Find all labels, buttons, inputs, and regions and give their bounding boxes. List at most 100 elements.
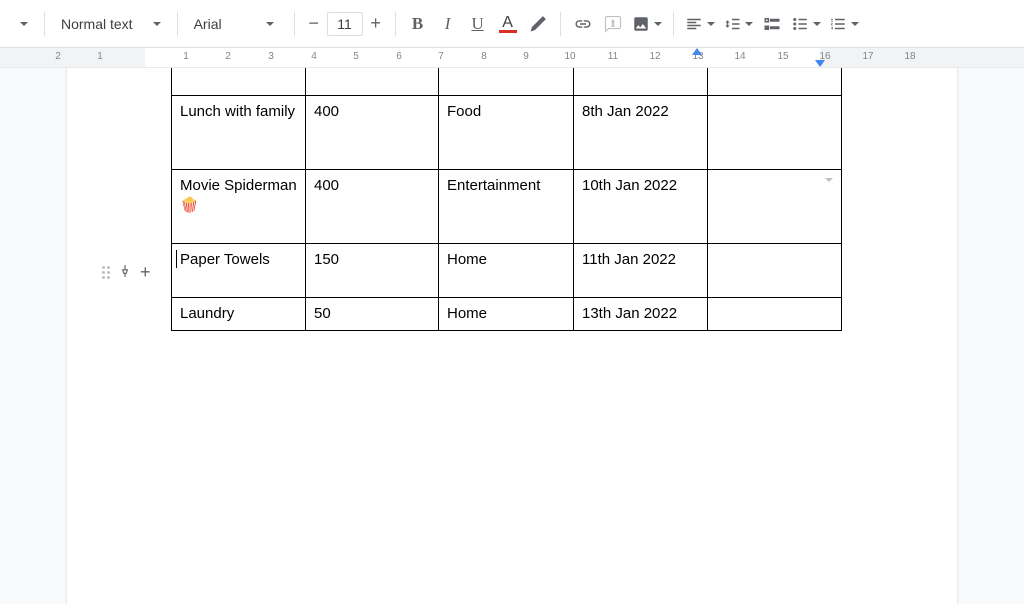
- table-cell[interactable]: 50: [306, 298, 439, 331]
- chevron-down-icon: [654, 22, 662, 26]
- ruler-tick: 8: [481, 51, 487, 62]
- increase-font-size-button[interactable]: +: [365, 13, 387, 35]
- italic-icon: I: [445, 14, 451, 34]
- table-cell[interactable]: 400: [306, 96, 439, 170]
- ruler-tick: 7: [438, 51, 444, 62]
- font-family-select[interactable]: Arial: [186, 10, 286, 38]
- table-cell[interactable]: Home: [439, 298, 574, 331]
- separator: [395, 12, 396, 36]
- right-indent-marker[interactable]: [692, 48, 702, 55]
- italic-button[interactable]: I: [434, 10, 462, 38]
- page[interactable]: Lunch with family 400 Food 8th Jan 2022 …: [67, 68, 957, 604]
- table-cell[interactable]: Food: [439, 96, 574, 170]
- table-cell[interactable]: Paper Towels: [172, 244, 306, 298]
- highlighter-icon: [529, 15, 547, 33]
- paragraph-style-select[interactable]: Normal text: [53, 10, 169, 38]
- table-cell[interactable]: [708, 96, 842, 170]
- table-cell[interactable]: [172, 68, 306, 96]
- decrease-font-size-button[interactable]: −: [303, 13, 325, 35]
- separator: [44, 12, 45, 36]
- text-cursor: [176, 250, 177, 268]
- table-cell[interactable]: Home: [439, 244, 574, 298]
- table-row[interactable]: Paper Towels 150 Home 11th Jan 2022: [172, 244, 842, 298]
- ruler-tick: 2: [55, 51, 61, 62]
- table-cell[interactable]: 8th Jan 2022: [574, 96, 708, 170]
- table-cell[interactable]: [574, 68, 708, 96]
- table-cell[interactable]: [708, 68, 842, 96]
- insert-link-button[interactable]: [569, 10, 597, 38]
- bulleted-list-button[interactable]: [788, 10, 824, 38]
- font-size-input[interactable]: [327, 12, 363, 36]
- align-button[interactable]: [682, 10, 718, 38]
- table-row[interactable]: Movie Spiderman 🍿 400 Entertainment 10th…: [172, 170, 842, 244]
- underline-icon: U: [471, 14, 483, 34]
- align-left-icon: [685, 15, 703, 33]
- add-comment-button[interactable]: [599, 10, 627, 38]
- table-cell[interactable]: 13th Jan 2022: [574, 298, 708, 331]
- ruler-tick: 6: [396, 51, 402, 62]
- ruler-ticks: 2 1 1 2 3 4 5 6 7 8 9 10 11 12 13 14 15 …: [0, 48, 1024, 67]
- right-margin-marker[interactable]: [815, 60, 825, 67]
- table-cell[interactable]: Laundry: [172, 298, 306, 331]
- separator: [177, 12, 178, 36]
- highlight-color-button[interactable]: [524, 10, 552, 38]
- ruler-tick: 14: [734, 51, 745, 62]
- numbered-list-button[interactable]: [826, 10, 862, 38]
- ruler-tick: 3: [268, 51, 274, 62]
- image-icon: [632, 15, 650, 33]
- ruler-tick: 1: [97, 51, 103, 62]
- chevron-down-icon: [266, 22, 274, 26]
- ruler-tick: 2: [225, 51, 231, 62]
- chevron-down-icon: [813, 22, 821, 26]
- separator: [560, 12, 561, 36]
- ruler-tick: 1: [183, 51, 189, 62]
- table-cell[interactable]: Movie Spiderman 🍿: [172, 170, 306, 244]
- table-row[interactable]: [172, 68, 842, 96]
- ruler-tick: 5: [353, 51, 359, 62]
- table-cell[interactable]: 11th Jan 2022: [574, 244, 708, 298]
- font-family-label: Arial: [194, 16, 222, 32]
- chevron-down-icon: [707, 22, 715, 26]
- table-cell[interactable]: [708, 298, 842, 331]
- table-cell[interactable]: [439, 68, 574, 96]
- document-canvas: Lunch with family 400 Food 8th Jan 2022 …: [0, 68, 1024, 604]
- table-cell[interactable]: 10th Jan 2022: [574, 170, 708, 244]
- text-color-button[interactable]: A: [494, 10, 522, 38]
- row-controls: +: [102, 262, 151, 283]
- checklist-icon: [763, 15, 781, 33]
- table-cell[interactable]: 400: [306, 170, 439, 244]
- ruler-tick: 4: [311, 51, 317, 62]
- checklist-button[interactable]: [758, 10, 786, 38]
- table-row[interactable]: Laundry 50 Home 13th Jan 2022: [172, 298, 842, 331]
- text-color-icon: A: [494, 14, 522, 33]
- separator: [673, 12, 674, 36]
- ruler[interactable]: 2 1 1 2 3 4 5 6 7 8 9 10 11 12 13 14 15 …: [0, 48, 1024, 68]
- comment-icon: [604, 15, 622, 33]
- add-row-button[interactable]: +: [140, 262, 151, 283]
- expense-table[interactable]: Lunch with family 400 Food 8th Jan 2022 …: [171, 68, 842, 331]
- underline-button[interactable]: U: [464, 10, 492, 38]
- table-cell[interactable]: [708, 170, 842, 244]
- bold-button[interactable]: B: [404, 10, 432, 38]
- bullet-list-icon: [791, 15, 809, 33]
- cell-options-dropdown[interactable]: [825, 178, 833, 182]
- chevron-down-icon: [153, 22, 161, 26]
- line-spacing-button[interactable]: [720, 10, 756, 38]
- toolbar: Normal text Arial − + B I U A: [0, 0, 1024, 48]
- table-cell[interactable]: Entertainment: [439, 170, 574, 244]
- table-cell[interactable]: 150: [306, 244, 439, 298]
- ruler-tick: 11: [608, 51, 618, 62]
- ruler-tick: 9: [523, 51, 529, 62]
- link-icon: [574, 15, 592, 33]
- chevron-down-icon: [745, 22, 753, 26]
- chevron-down-icon: [851, 22, 859, 26]
- more-tools-button[interactable]: [8, 10, 36, 38]
- insert-image-button[interactable]: [629, 10, 665, 38]
- pin-row-button[interactable]: [118, 264, 132, 282]
- table-row[interactable]: Lunch with family 400 Food 8th Jan 2022: [172, 96, 842, 170]
- drag-handle-icon[interactable]: [102, 266, 110, 279]
- table-cell[interactable]: Lunch with family: [172, 96, 306, 170]
- numbered-list-icon: [829, 15, 847, 33]
- table-cell[interactable]: [306, 68, 439, 96]
- table-cell[interactable]: [708, 244, 842, 298]
